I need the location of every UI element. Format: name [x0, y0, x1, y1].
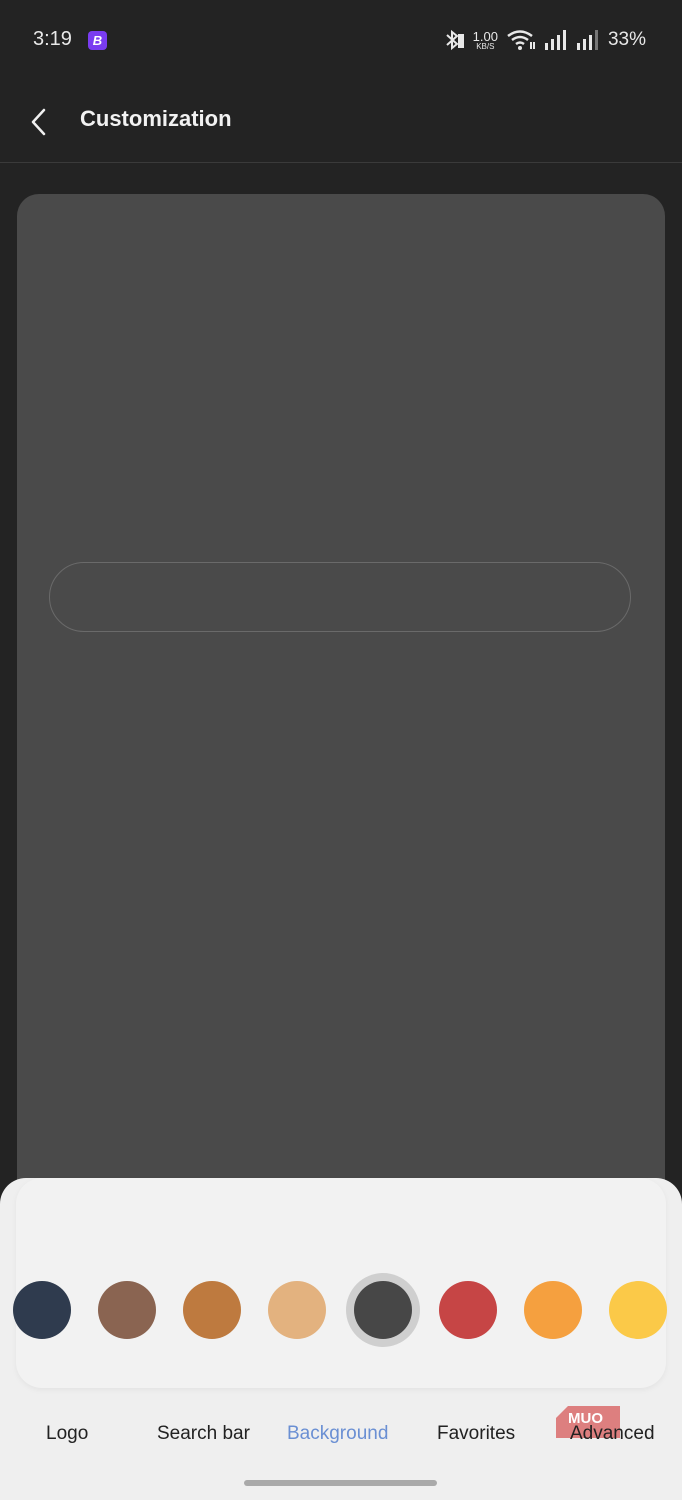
battery-level: 33%: [607, 29, 646, 50]
signal-icon: [544, 30, 566, 50]
wifi-icon: [507, 30, 535, 50]
tab-favorites[interactable]: Favorites: [437, 1423, 515, 1445]
bluetooth-icon: [445, 29, 464, 51]
color-swatch[interactable]: [13, 1281, 71, 1339]
customization-sheet: MUO Logo Search bar Background Favorites…: [0, 1178, 682, 1500]
tab-background[interactable]: Background: [287, 1423, 388, 1445]
chevron-left-icon: [31, 108, 46, 136]
color-swatch[interactable]: [439, 1281, 497, 1339]
color-swatch[interactable]: [354, 1281, 412, 1339]
preview-search-bar: [49, 562, 631, 632]
background-preview: [17, 194, 665, 1254]
home-indicator[interactable]: [244, 1480, 437, 1486]
tab-bar: Logo Search bar Background Favorites Adv…: [0, 1423, 682, 1453]
status-bar: 3:19 B 1.00 KB/S 33%: [0, 0, 682, 82]
status-time: 3:19: [33, 28, 72, 50]
tab-search-bar[interactable]: Search bar: [157, 1423, 250, 1445]
tab-logo[interactable]: Logo: [46, 1423, 88, 1445]
app-bar: Customization: [0, 82, 682, 163]
color-palette: [13, 1178, 667, 1388]
app-notification-icon: B: [88, 31, 107, 50]
signal-icon-2: [576, 30, 598, 50]
page-title: Customization: [80, 106, 232, 131]
color-swatch[interactable]: [98, 1281, 156, 1339]
color-swatch[interactable]: [268, 1281, 326, 1339]
network-speed-unit: KB/S: [476, 41, 495, 51]
network-speed: 1.00 KB/S: [473, 30, 498, 51]
color-swatch[interactable]: [609, 1281, 667, 1339]
tab-advanced[interactable]: Advanced: [570, 1423, 655, 1445]
status-icons: 1.00 KB/S 33%: [443, 28, 646, 52]
color-swatch[interactable]: [183, 1281, 241, 1339]
back-button[interactable]: [24, 102, 56, 142]
network-speed-value: 1.00: [472, 28, 498, 44]
color-swatch[interactable]: [524, 1281, 582, 1339]
